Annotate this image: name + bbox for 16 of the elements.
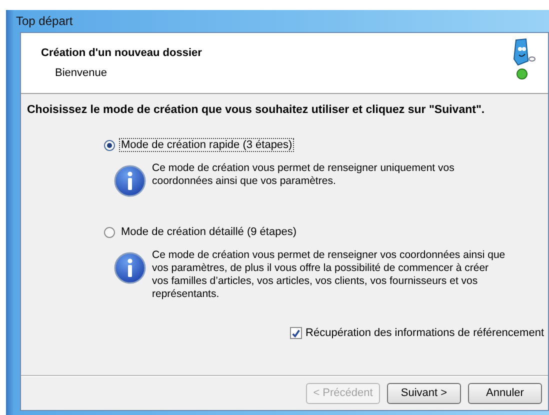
window-title: Top départ [16, 14, 73, 28]
mode-radio-option[interactable]: Mode de création détaillé (9 étapes) [104, 225, 548, 239]
checkbox[interactable] [290, 327, 302, 339]
instruction-text: Choisissez le mode de création que vous souhaitez utiliser et cliquez sur "Suivant". [27, 104, 486, 116]
info-icon [114, 165, 146, 197]
radio-button[interactable] [104, 140, 115, 150]
dialog-button[interactable]: Annuler [468, 382, 542, 404]
radio-button[interactable] [104, 226, 115, 238]
referencing-checkbox[interactable]: Récupération des informations de référencement [290, 327, 544, 339]
header-subtitle: Bienvenue [55, 67, 108, 79]
mode-description: Ce mode de création vous permet de renseigner vos coordonnées ainsi que vos paramètres, de plus il vous offre la possibilité de commencer à créer vos familles d’articles, vos articles, vos clients, vos fournisseurs et vos représentants. [152, 249, 506, 301]
mode-radio-option[interactable]: Mode de création rapide (3 étapes) [104, 138, 548, 152]
dialog-button[interactable]: Suivant > [387, 382, 461, 404]
header-title: Création d'un nouveau dossier [41, 47, 202, 59]
mode-description: Ce mode de création vous permet de renseigner uniquement vos coordonnées ainsi que vos paramètres. [152, 162, 456, 189]
info-icon [114, 252, 146, 284]
